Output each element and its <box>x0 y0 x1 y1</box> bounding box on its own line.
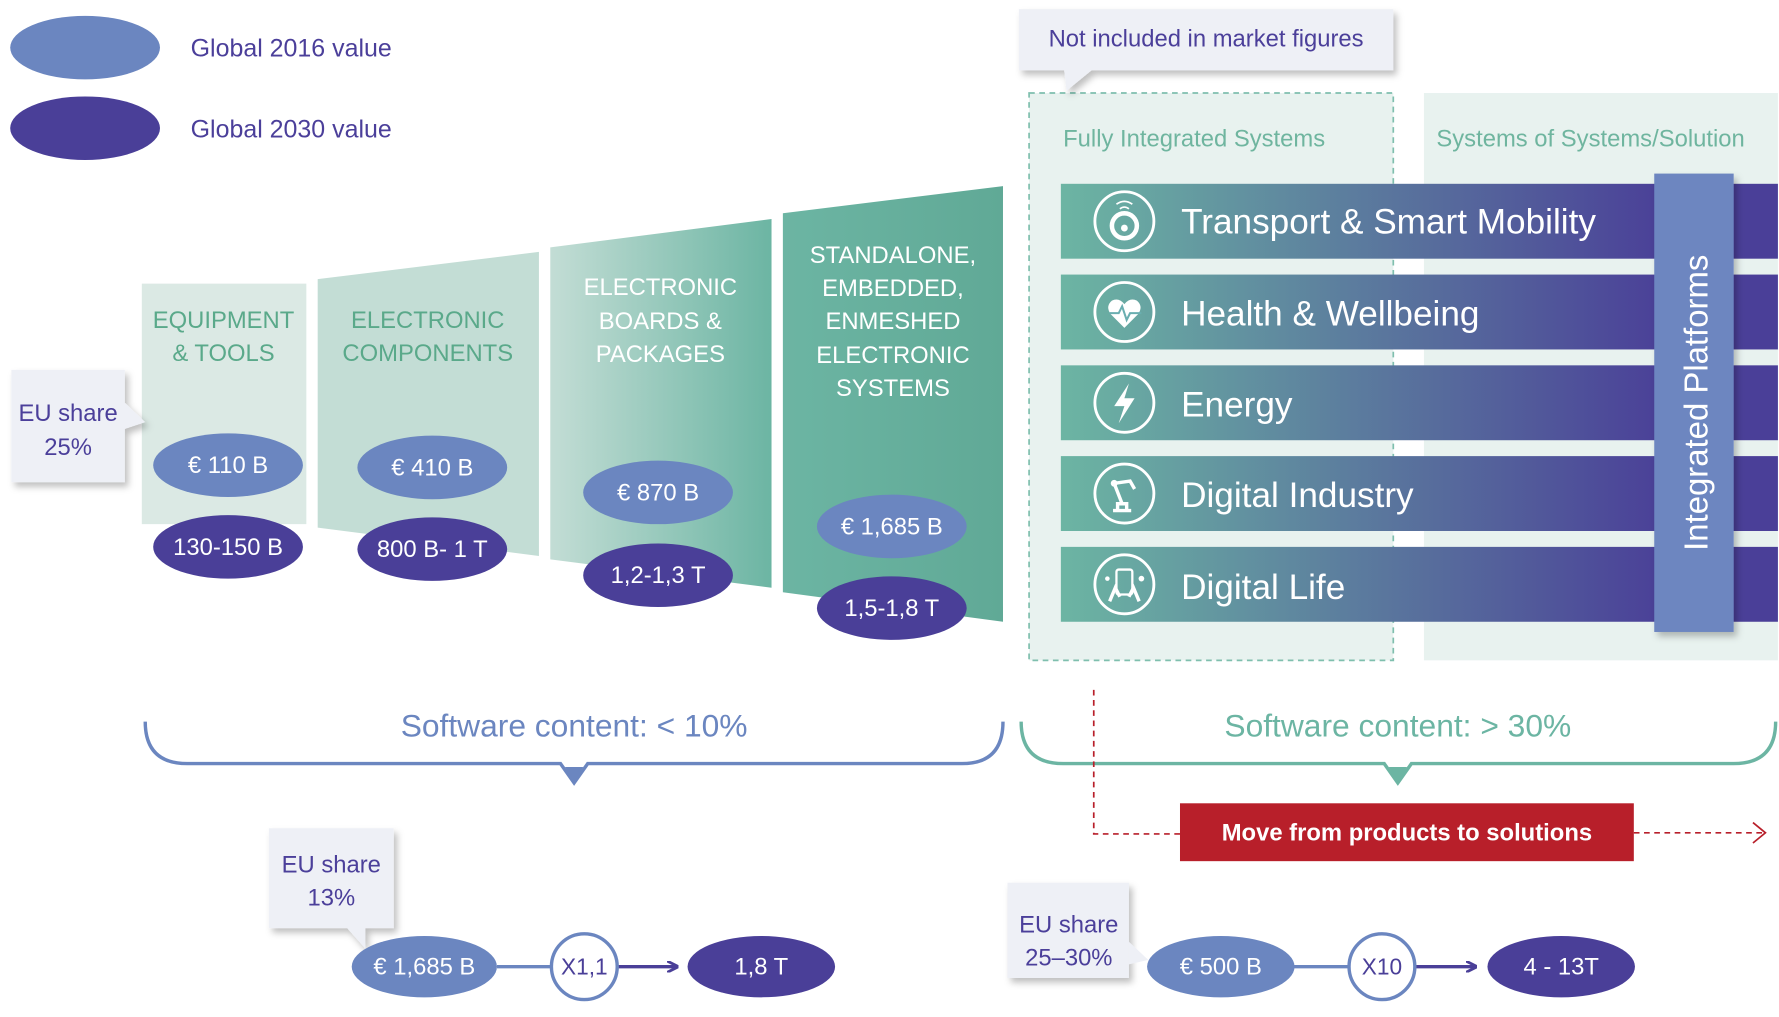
systems-of-systems-label: Systems of Systems/Solution <box>1436 125 1744 152</box>
column-label: STANDALONE, <box>810 242 976 269</box>
eu-share-label: EU share <box>282 852 381 879</box>
legend-swatch-2030 <box>10 96 160 160</box>
eu-share-value: 25% <box>44 434 92 461</box>
sector-label: Health & Wellbeing <box>1181 295 1479 334</box>
column-label: ELECTRONIC <box>584 274 737 301</box>
value-2030: 1,2-1,3 T <box>611 562 706 589</box>
column-label: ELECTRONIC <box>351 307 504 334</box>
not-included-callout: Not included in market figures <box>1018 9 1394 91</box>
fully-integrated-label: Fully Integrated Systems <box>1063 125 1325 152</box>
multiplier: X10 <box>1362 954 1402 980</box>
value-2016: € 110 B <box>188 452 268 479</box>
sector-label: Transport & Smart Mobility <box>1181 203 1596 242</box>
not-included-text: Not included in market figures <box>1049 26 1364 53</box>
growth-from: € 1,685 B <box>373 954 475 981</box>
value-2030: 130-150 B <box>173 534 283 561</box>
legend-label-2030: Global 2030 value <box>191 115 392 143</box>
value-2030: 800 B- 1 T <box>377 536 488 563</box>
column-label: EMBEDDED, <box>822 275 964 302</box>
growth-to: 4 - 13T <box>1523 954 1598 981</box>
eu-share-label: EU share <box>1019 912 1118 939</box>
column-label: SYSTEMS <box>836 375 950 402</box>
sector-label: Digital Industry <box>1181 476 1414 515</box>
growth-to: 1,8 T <box>734 954 788 981</box>
growth-from: € 500 B <box>1180 954 1262 981</box>
column-label: EQUIPMENT <box>153 307 295 334</box>
column-label: & TOOLS <box>172 340 274 367</box>
eu-share-value: 13% <box>307 884 355 911</box>
eu-share-label: EU share <box>18 400 117 427</box>
software-content-left: Software content: < 10% <box>401 707 748 743</box>
column-label: ENMESHED <box>825 308 960 335</box>
value-2016: € 410 B <box>391 454 473 481</box>
legend: Global 2016 value Global 2030 value <box>10 15 392 160</box>
software-brace-left: Software content: < 10% <box>143 707 1005 786</box>
value-2030: 1,5-1,8 T <box>844 595 939 622</box>
software-content-right: Software content: > 30% <box>1224 707 1571 743</box>
column-components <box>317 251 539 556</box>
growth-right: EU share 25–30% € 500 B X10 4 - 13T <box>1007 882 1635 1002</box>
column-label: BOARDS & <box>599 308 722 335</box>
diagram: Global 2016 value Global 2030 value EQUI… <box>0 0 1779 1017</box>
legend-swatch-2016 <box>10 15 160 80</box>
software-brace-right: Software content: > 30% <box>1019 707 1778 786</box>
sector-label: Digital Life <box>1181 568 1345 607</box>
value-2016: € 870 B <box>617 479 699 506</box>
diagram-canvas: Global 2016 value Global 2030 value EQUI… <box>10 9 1778 1002</box>
eu-share-value: 25–30% <box>1025 945 1112 972</box>
legend-label-2016: Global 2016 value <box>191 35 392 63</box>
integrated-platforms-bar: Integrated Platforms <box>1654 173 1734 632</box>
eu-share-callout-left: EU share 25% <box>11 369 146 483</box>
integrated-platforms-label: Integrated Platforms <box>1678 255 1715 551</box>
growth-left: EU share 13% € 1,685 B X1,1 1,8 T <box>268 828 836 1002</box>
multiplier: X1,1 <box>561 954 608 980</box>
sector-label: Energy <box>1181 385 1293 424</box>
column-label: COMPONENTS <box>342 340 513 367</box>
value-2016: € 1,685 B <box>841 513 943 540</box>
column-label: ELECTRONIC <box>816 342 969 369</box>
move-label: Move from products to solutions <box>1222 820 1592 847</box>
column-label: PACKAGES <box>596 341 725 368</box>
